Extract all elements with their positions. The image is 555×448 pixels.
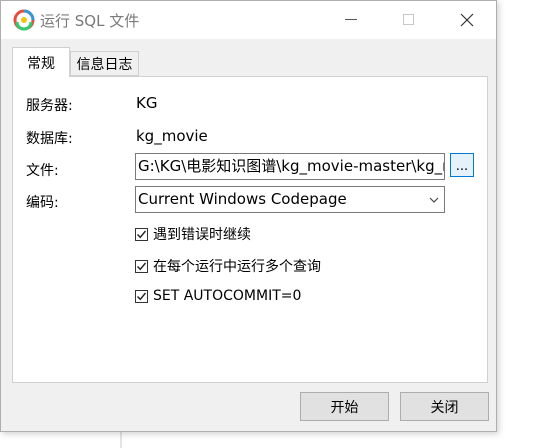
database-label: 数据库: (26, 131, 73, 147)
option-label: 在每个运行中运行多个查询 (153, 259, 321, 275)
minimize-icon (345, 19, 357, 20)
server-label: 服务器: (26, 98, 73, 114)
checkmark-icon (137, 230, 147, 238)
encoding-select[interactable]: Current Windows Codepage (135, 186, 445, 213)
window-title: 运行 SQL 文件 (40, 12, 140, 30)
run-sql-file-dialog: 运行 SQL 文件 常规 信息日志 服务器: KG 数据库: kg_movie … (0, 0, 497, 432)
chevron-down-icon (429, 197, 439, 203)
encoding-selected-value: Current Windows Codepage (138, 190, 347, 208)
browse-file-button[interactable]: ... (450, 153, 474, 177)
option-label: SET AUTOCOMMIT=0 (153, 288, 302, 304)
start-button[interactable]: 开始 (300, 392, 389, 421)
checkbox-multiple-queries[interactable] (135, 259, 148, 273)
encoding-label: 编码: (26, 195, 59, 211)
tab-general[interactable]: 常规 (12, 47, 70, 77)
maximize-icon (403, 14, 414, 25)
option-continue-on-error[interactable]: 遇到错误时继续 (135, 224, 251, 244)
navicat-app-icon (13, 9, 35, 31)
checkbox-autocommit[interactable] (135, 289, 148, 303)
maximize-button[interactable] (386, 1, 432, 39)
database-value: kg_movie (136, 127, 208, 145)
option-multiple-queries[interactable]: 在每个运行中运行多个查询 (135, 256, 321, 276)
title-bar: 运行 SQL 文件 (1, 1, 496, 39)
server-value: KG (136, 94, 158, 112)
minimize-button[interactable] (328, 1, 374, 39)
file-path-input[interactable]: G:\KG\电影知识图谱\kg_movie-master\kg_movie.sq… (135, 153, 445, 180)
close-button[interactable]: 关闭 (400, 392, 489, 421)
option-label: 遇到错误时继续 (153, 227, 251, 243)
checkmark-icon (137, 292, 147, 300)
option-autocommit[interactable]: SET AUTOCOMMIT=0 (135, 288, 301, 304)
close-icon (460, 13, 474, 27)
checkmark-icon (137, 262, 147, 270)
checkbox-continue-on-error[interactable] (135, 227, 148, 241)
close-window-button[interactable] (444, 1, 490, 39)
tab-info-log[interactable]: 信息日志 (70, 51, 139, 76)
file-label: 文件: (26, 163, 59, 179)
